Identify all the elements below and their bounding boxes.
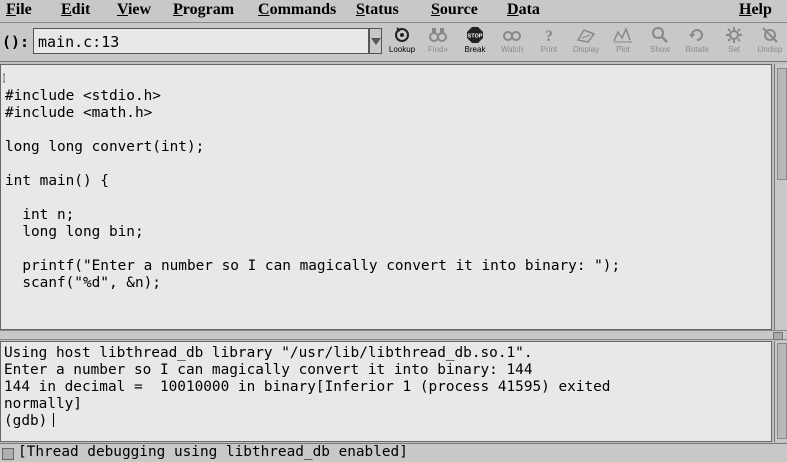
menu-view[interactable]: View [117, 1, 151, 19]
console-scrollbar[interactable] [774, 341, 787, 442]
toolbar: (): main.c:13 Lookup Find» STOP Break Wa… [0, 23, 787, 62]
source-scroll-thumb[interactable] [777, 68, 787, 180]
display-label: Display [572, 45, 600, 54]
set-label: Set [727, 45, 740, 54]
chevron-down-icon [371, 38, 381, 45]
console-scroll-thumb[interactable] [777, 343, 787, 439]
show-button[interactable]: Show [642, 26, 678, 60]
pane-sash[interactable] [773, 332, 783, 340]
break-button[interactable]: STOP Break [457, 26, 493, 60]
pane-separator[interactable] [0, 330, 787, 340]
status-bar: [Thread debugging using libthread_db ena… [0, 443, 787, 462]
question-icon: ? [545, 28, 553, 44]
undisp-label: Undisp [757, 45, 783, 54]
menu-commands[interactable]: Commands [258, 1, 336, 19]
source-code: #include <stdio.h> #include <math.h> lon… [5, 88, 621, 291]
menu-source[interactable]: Source [431, 1, 478, 19]
undisp-button[interactable]: Undisp [752, 26, 787, 60]
watch-label: Watch [500, 45, 524, 54]
plot-button[interactable]: Plot [605, 26, 641, 60]
status-message: [Thread debugging using libthread_db ena… [18, 444, 408, 460]
rotate-label: Rotate [685, 45, 709, 54]
plot-icon [613, 26, 632, 43]
watch-button[interactable]: Watch [494, 26, 530, 60]
rotate-icon [689, 29, 703, 41]
argument-label: (): [2, 33, 30, 51]
rotate-button[interactable]: Rotate [679, 26, 715, 60]
lookup-button[interactable]: Lookup [384, 26, 420, 60]
text-cursor-icon [3, 73, 5, 83]
menu-data[interactable]: Data [507, 1, 540, 19]
console-caret [53, 413, 55, 427]
set-button[interactable]: Set [716, 26, 752, 60]
break-label: Break [464, 45, 486, 54]
menu-bar: File Edit View Program Commands Status S… [0, 0, 787, 23]
display-icon [576, 29, 596, 43]
undisplay-icon [762, 27, 778, 43]
stop-sign-icon: STOP [467, 27, 483, 43]
lookup-icon [395, 27, 409, 42]
find-button[interactable]: Find» [420, 26, 456, 60]
find-label: Find» [427, 45, 448, 54]
source-window[interactable]: #include <stdio.h> #include <math.h> lon… [0, 64, 772, 330]
argument-dropdown-button[interactable] [369, 28, 382, 54]
print-label: Print [540, 45, 558, 54]
glasses-icon [503, 31, 521, 41]
gear-icon [726, 27, 742, 43]
lookup-label: Lookup [388, 45, 416, 54]
plot-label: Plot [616, 45, 630, 54]
source-scrollbar[interactable] [774, 64, 787, 330]
menu-program[interactable]: Program [173, 1, 234, 19]
argument-field[interactable]: main.c:13 [33, 28, 369, 54]
binoculars-icon [429, 28, 447, 42]
print-button[interactable]: ? Print [531, 26, 567, 60]
menu-file[interactable]: File [6, 1, 32, 19]
gdb-console[interactable]: Using host libthread_db library "/usr/li… [0, 341, 772, 442]
display-button[interactable]: Display [568, 26, 604, 60]
menu-status[interactable]: Status [356, 1, 399, 19]
menu-help[interactable]: Help [739, 1, 772, 19]
svg-text:STOP: STOP [468, 34, 483, 40]
svg-text:?: ? [545, 28, 553, 44]
console-output: Using host libthread_db library "/usr/li… [4, 345, 611, 429]
status-indicator-icon [2, 448, 14, 460]
magnifier-icon [652, 27, 668, 43]
menu-edit[interactable]: Edit [61, 1, 90, 19]
show-label: Show [649, 45, 670, 54]
